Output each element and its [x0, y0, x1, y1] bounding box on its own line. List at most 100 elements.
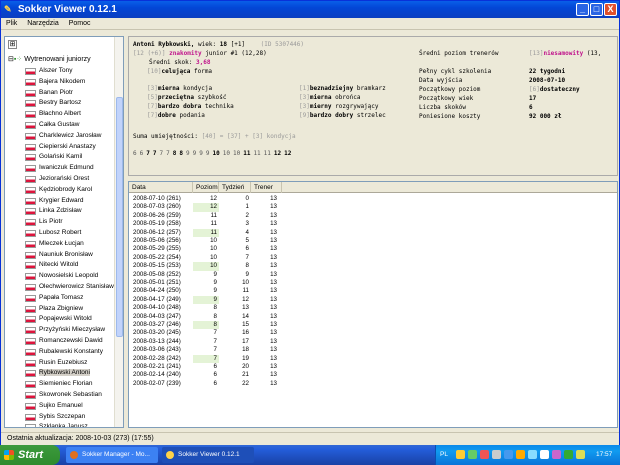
- tree-player-item[interactable]: Siemieniec Florian: [25, 379, 117, 390]
- tree-player-item[interactable]: Charklewicz Jarosław: [25, 131, 117, 142]
- table-row[interactable]: 2008-05-22 (254) 10 7 13: [129, 254, 282, 262]
- player-name-label: Płaza Zbigniew: [39, 304, 84, 312]
- table-row[interactable]: 2008-02-28 (242) 7 19 13: [129, 354, 282, 363]
- task-sokker-manager[interactable]: Sokker Manager - Mo...: [66, 447, 158, 463]
- cell-trainer: 13: [270, 270, 277, 278]
- col-date[interactable]: Data: [129, 182, 193, 193]
- table-row[interactable]: 2008-02-21 (241) 6 20 13: [129, 363, 282, 371]
- menu-file[interactable]: Plik: [3, 18, 20, 30]
- menu-help[interactable]: Pomoc: [66, 18, 94, 30]
- skill-name: kondycja: [183, 85, 213, 92]
- table-row[interactable]: 2008-04-24 (250) 9 11 13: [129, 287, 282, 295]
- table-row[interactable]: 2008-04-10 (248) 8 13 13: [129, 304, 282, 312]
- tree-player-item[interactable]: Banan Piotr: [25, 88, 117, 99]
- table-row[interactable]: 2008-05-08 (252) 9 9 13: [129, 271, 282, 279]
- close-button[interactable]: X: [604, 3, 617, 16]
- tree-player-item[interactable]: Olechwierowicz Stanisław: [25, 282, 117, 293]
- table-row[interactable]: 2008-02-07 (239) 6 22 13: [129, 380, 282, 388]
- tree-player-item[interactable]: Nowosielski Leopold: [25, 271, 117, 282]
- table-row[interactable]: 2008-05-19 (258) 11 3 13: [129, 220, 282, 228]
- volume-icon[interactable]: [576, 450, 585, 459]
- language-indicator[interactable]: PL: [440, 445, 448, 465]
- table-row[interactable]: 2008-06-12 (257) 11 4 13: [129, 228, 282, 237]
- tree-player-item[interactable]: Papała Tomasz: [25, 293, 117, 304]
- table-row[interactable]: 2008-05-01 (251) 9 10 13: [129, 279, 282, 287]
- tree-player-item[interactable]: Jeziorański Orest: [25, 174, 117, 185]
- table-row[interactable]: 2008-03-20 (245) 7 16 13: [129, 329, 282, 337]
- tree-player-item[interactable]: Golański Kamil: [25, 152, 117, 163]
- cell-date: 2008-02-07 (239): [133, 379, 181, 387]
- tray-icon-3[interactable]: [480, 450, 489, 459]
- table-row[interactable]: 2008-06-26 (259) 11 2 13: [129, 212, 282, 220]
- tree-player-item[interactable]: Rybkowski Antoni: [25, 368, 117, 379]
- menu-tools[interactable]: Narzędzia: [24, 18, 62, 30]
- tray-icon-10[interactable]: [564, 450, 573, 459]
- title-bar[interactable]: ✎ Sokker Viewer 0.12.1 _ □ X: [1, 1, 619, 18]
- tree-player-item[interactable]: Linka Zdzisław: [25, 206, 117, 217]
- tree-player-item[interactable]: Sybis Szczepan: [25, 412, 117, 423]
- tray-icon-2[interactable]: [468, 450, 477, 459]
- tree-player-item[interactable]: Całka Gustaw: [25, 120, 117, 131]
- tree-player-item[interactable]: Krygier Edward: [25, 196, 117, 207]
- skill-word: mierny: [309, 103, 332, 110]
- table-row[interactable]: 2008-07-03 (260) 12 1 13: [129, 203, 282, 212]
- tray-icon-7[interactable]: [528, 450, 537, 459]
- tree-player-item[interactable]: Rubalewski Konstanty: [25, 347, 117, 358]
- player-name-label: Siemieniec Florian: [39, 380, 93, 388]
- table-row[interactable]: 2008-05-29 (255) 10 6 13: [129, 245, 282, 253]
- progression-value: 7: [152, 150, 157, 157]
- tray-icon-8[interactable]: [540, 450, 549, 459]
- table-row[interactable]: 2008-05-06 (256) 10 5 13: [129, 237, 282, 245]
- tree-player-item[interactable]: Nauniuk Bronisław: [25, 250, 117, 261]
- table-row[interactable]: 2008-05-15 (253) 10 8 13: [129, 262, 282, 271]
- clock[interactable]: 17:57: [596, 445, 612, 465]
- start-button[interactable]: Start: [0, 445, 60, 465]
- tray-icon-9[interactable]: [552, 450, 561, 459]
- tree-player-item[interactable]: Sujko Emanuel: [25, 401, 117, 412]
- table-row[interactable]: 2008-03-13 (244) 7 17 13: [129, 338, 282, 346]
- tree-player-item[interactable]: Alszer Tony: [25, 66, 117, 77]
- tree-player-item[interactable]: Romanczewski Dawid: [25, 336, 117, 347]
- player-list: Alszer Tony Bajera Nikodem Banan Piotr Best…: [25, 66, 117, 427]
- tree-player-item[interactable]: Skowronek Sebastian: [25, 390, 117, 401]
- scrollbar-thumb[interactable]: [116, 97, 123, 337]
- poland-flag-icon: [25, 381, 36, 389]
- tray-icon-1[interactable]: [456, 450, 465, 459]
- tree-player-item[interactable]: Płaza Zbigniew: [25, 304, 117, 315]
- table-row[interactable]: 2008-03-27 (246) 8 15 13: [129, 321, 282, 330]
- tray-icon-4[interactable]: [492, 450, 501, 459]
- tree-player-item[interactable]: Nitecki Witold: [25, 260, 117, 271]
- tray-icon-5[interactable]: [504, 450, 513, 459]
- col-week[interactable]: Tydzień: [219, 182, 251, 193]
- tree-player-item[interactable]: Bajera Nikodem: [25, 77, 117, 88]
- task-sokker-viewer[interactable]: Sokker Viewer 0.12.1: [162, 447, 254, 463]
- table-row[interactable]: 2008-07-10 (261) 12 0 13: [129, 195, 282, 203]
- tree-player-item[interactable]: Mleczek Łucjan: [25, 239, 117, 250]
- col-level[interactable]: Poziom: [193, 182, 219, 193]
- expand-all-icon[interactable]: ⊞: [8, 40, 17, 49]
- table-row[interactable]: 2008-02-14 (240) 6 21 13: [129, 371, 282, 379]
- tree-player-item[interactable]: Popajewski Witold: [25, 314, 117, 325]
- progression-value: 9: [192, 150, 197, 157]
- tree-scrollbar[interactable]: [114, 37, 123, 427]
- tree-player-item[interactable]: Lubosz Robert: [25, 228, 117, 239]
- cell-trainer: 13: [270, 203, 277, 211]
- table-row[interactable]: 2008-03-06 (243) 7 18 13: [129, 346, 282, 354]
- col-trainer[interactable]: Trener: [251, 182, 282, 193]
- tree-player-item[interactable]: Kędziobrody Karol: [25, 185, 117, 196]
- tree-player-item[interactable]: Ciepierski Anastazy: [25, 142, 117, 153]
- tree-root[interactable]: ⊟▪⁘ Wytrenowani juniorzy: [8, 55, 91, 64]
- maximize-button[interactable]: □: [590, 3, 603, 16]
- start-label: Start: [18, 449, 44, 461]
- tree-player-item[interactable]: Przyżyński Mieczysław: [25, 325, 117, 336]
- table-row[interactable]: 2008-04-03 (247) 8 14 13: [129, 313, 282, 321]
- minimize-button[interactable]: _: [576, 3, 589, 16]
- tree-player-item[interactable]: Szklanka Janusz: [25, 422, 117, 427]
- tree-player-item[interactable]: Lis Piotr: [25, 217, 117, 228]
- tree-player-item[interactable]: Rusin Euzebiusz: [25, 358, 117, 369]
- tree-player-item[interactable]: Bestry Bartosz: [25, 98, 117, 109]
- tray-icon-6[interactable]: [516, 450, 525, 459]
- tree-player-item[interactable]: Iwaniczuk Edmund: [25, 163, 117, 174]
- table-row[interactable]: 2008-04-17 (249) 9 12 13: [129, 295, 282, 305]
- tree-player-item[interactable]: Błachno Albert: [25, 109, 117, 120]
